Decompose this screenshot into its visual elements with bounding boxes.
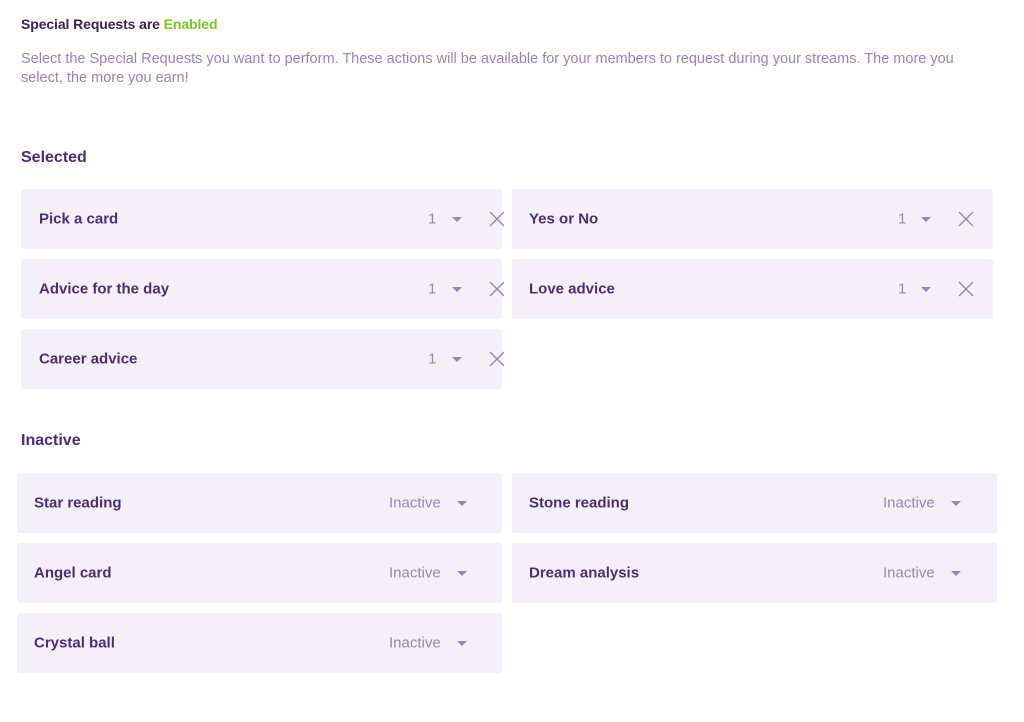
request-label: Dream analysis: [529, 564, 640, 582]
quantity-select[interactable]: 1: [428, 281, 436, 298]
status-select[interactable]: Inactive: [883, 495, 935, 512]
quantity-select[interactable]: 1: [428, 211, 436, 228]
selected-request-card: Advice for the day 1: [21, 259, 505, 319]
quantity-select[interactable]: 1: [428, 351, 436, 368]
status-enabled-badge: Enabled: [163, 16, 218, 32]
special-requests-status: Special Requests are Enabled: [21, 16, 218, 32]
description-text: Select the Special Requests you want to …: [21, 51, 954, 86]
caret-down-icon[interactable]: [452, 357, 462, 362]
caret-down-icon[interactable]: [457, 571, 467, 576]
special-requests-page: Special Requests are Enabled Select the …: [0, 0, 1024, 722]
caret-down-icon[interactable]: [457, 501, 467, 506]
inactive-request-card: Star reading Inactive: [17, 473, 502, 533]
close-icon[interactable]: [488, 350, 506, 368]
request-label: Advice for the day: [39, 280, 170, 298]
caret-down-icon[interactable]: [452, 287, 462, 292]
close-icon[interactable]: [957, 280, 975, 298]
close-icon[interactable]: [488, 210, 506, 228]
request-label: Angel card: [34, 564, 112, 582]
caret-down-icon[interactable]: [452, 217, 462, 222]
request-label: Career advice: [39, 350, 138, 368]
caret-down-icon[interactable]: [951, 571, 961, 576]
inactive-request-card: Dream analysis Inactive: [512, 543, 997, 603]
status-select[interactable]: Inactive: [389, 635, 441, 652]
close-icon[interactable]: [957, 210, 975, 228]
request-label: Love advice: [529, 280, 615, 298]
status-select[interactable]: Inactive: [883, 565, 935, 582]
inactive-request-card: Angel card Inactive: [17, 543, 502, 603]
section-title-selected: Selected: [21, 149, 87, 166]
status-select[interactable]: Inactive: [389, 565, 441, 582]
caret-down-icon[interactable]: [921, 217, 931, 222]
caret-down-icon[interactable]: [951, 501, 961, 506]
inactive-request-card: Stone reading Inactive: [512, 473, 997, 533]
request-label: Yes or No: [529, 210, 599, 228]
section-title-inactive: Inactive: [21, 432, 81, 449]
selected-request-card: Love advice 1: [512, 259, 993, 319]
caret-down-icon[interactable]: [457, 641, 467, 646]
quantity-select[interactable]: 1: [898, 211, 906, 228]
request-label: Pick a card: [39, 210, 119, 228]
status-prefix: Special Requests are: [21, 16, 164, 32]
selected-request-card: Yes or No 1: [512, 189, 993, 249]
quantity-select[interactable]: 1: [898, 281, 906, 298]
request-label: Stone reading: [529, 494, 630, 512]
inactive-request-card: Crystal ball Inactive: [17, 613, 502, 673]
selected-request-card: Career advice 1: [21, 329, 505, 389]
request-label: Crystal ball: [34, 634, 115, 652]
status-select[interactable]: Inactive: [389, 495, 441, 512]
selected-request-card: Pick a card 1: [21, 189, 505, 249]
caret-down-icon[interactable]: [921, 287, 931, 292]
close-icon[interactable]: [488, 280, 506, 298]
request-label: Star reading: [34, 494, 122, 512]
